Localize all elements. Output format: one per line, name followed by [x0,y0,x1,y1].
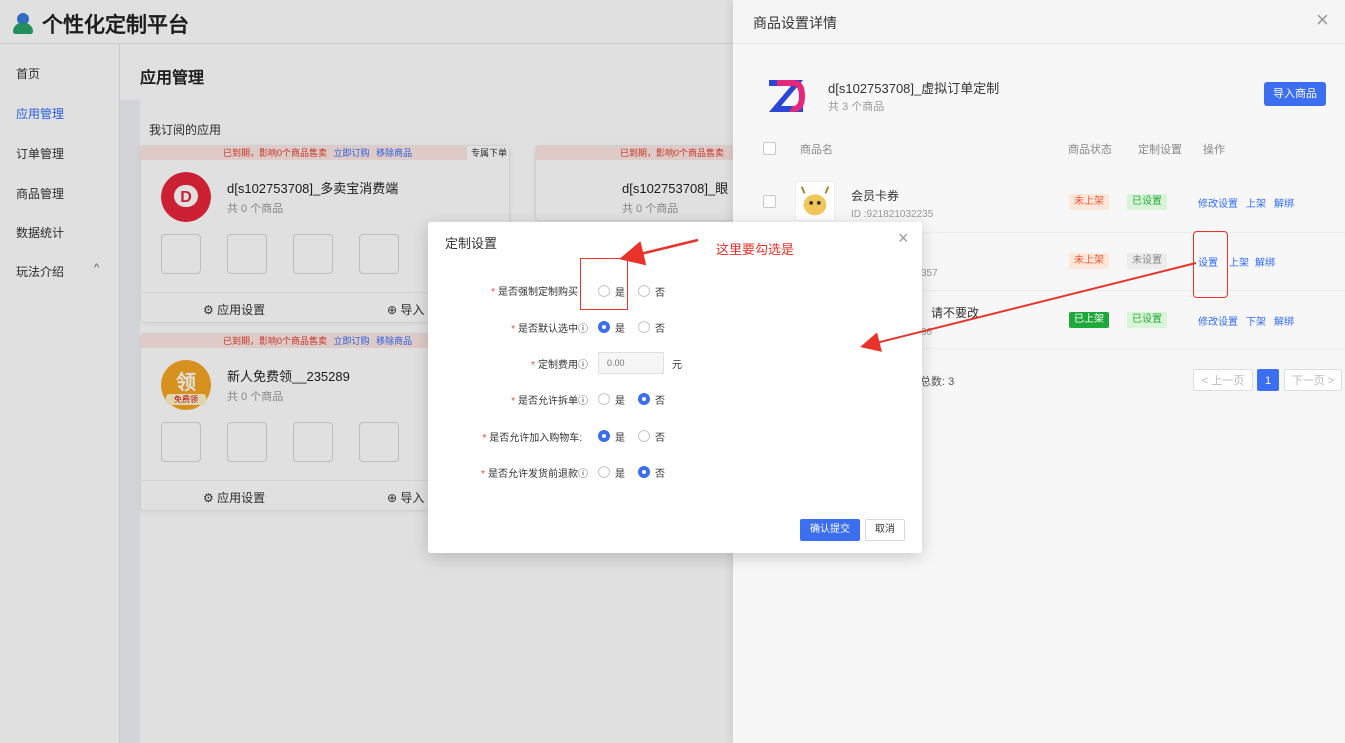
radio-label: 否 [655,469,665,480]
close-icon[interactable]: × [898,228,909,249]
prev-page-button[interactable]: < 上一页 [1193,369,1253,391]
default-selected-label: * 是否默认选中ⓘ [511,324,588,335]
status-badge: 已上架 [1069,312,1109,328]
product-name: 会员卡券 [851,189,900,203]
shop-product-count: 共 3 个商品 [828,101,885,113]
column-header: 操作 [1203,144,1225,156]
custom-status-badge: 已设置 [1127,312,1167,328]
product-name: 请不要改 [931,306,980,320]
custom-status-badge: 已设置 [1127,194,1167,210]
allow-cart-yes-radio[interactable] [598,430,610,442]
custom-settings-dialog: 定制设置 × * 是否强制定制购买 是 否 * 是否默认选中ⓘ 是 否 * 定制费用ⓘ… [428,222,922,553]
cancel-button[interactable]: 取消 [865,519,905,541]
fee-unit: 元 [672,360,682,371]
modify-settings-link[interactable]: 修改设置 [1198,195,1238,210]
dialog-title: 定制设置 [445,236,498,251]
radio-label: 否 [655,288,665,299]
delist-link[interactable]: 下架 [1246,313,1266,328]
radio-label: 否 [655,433,665,444]
custom-status-badge: 未设置 [1127,253,1167,269]
unbind-link[interactable]: 解绑 [1274,313,1294,328]
radio-label: 否 [655,324,665,335]
list-link[interactable]: 上架 [1246,195,1266,210]
radio-label: 是 [615,396,625,407]
radio-label: 是 [615,469,625,480]
annotation-note: 这里要勾选是 [716,242,795,257]
product-id: 96 [921,327,933,338]
status-badge: 未上架 [1069,194,1109,210]
total-count: 总数: 3 [920,376,955,388]
next-page-button[interactable]: 下一页 > [1284,369,1342,391]
close-icon[interactable]: × [1316,7,1329,33]
allow-split-yes-radio[interactable] [598,393,610,405]
drawer-header: 商品设置详情 × [733,0,1345,44]
radio-label: 是 [615,324,625,335]
row-checkbox[interactable] [763,195,776,208]
allow-cart-no-radio[interactable] [638,430,650,442]
allow-refund-no-radio[interactable] [638,466,650,478]
shop-logo-icon [769,80,805,112]
allow-split-label: * 是否允许拆单ⓘ [511,396,588,407]
unbind-link[interactable]: 解绑 [1255,254,1275,269]
submit-button[interactable]: 确认提交 [800,519,860,541]
column-header: 商品状态 [1068,144,1112,156]
select-all-checkbox[interactable] [763,142,776,155]
unbind-link[interactable]: 解绑 [1274,195,1294,210]
force-custom-no-radio[interactable] [638,285,650,297]
status-badge: 未上架 [1069,253,1109,269]
default-selected-no-radio[interactable] [638,321,650,333]
product-id: 357 [921,268,938,279]
allow-refund-yes-radio[interactable] [598,466,610,478]
column-header: 定制设置 [1138,144,1182,156]
allow-cart-label: * 是否允许加入购物车: [482,433,582,444]
radio-label: 是 [615,433,625,444]
product-thumbnail [795,181,835,221]
page-1-button[interactable]: 1 [1257,369,1279,391]
list-link[interactable]: 上架 [1229,254,1249,269]
radio-label: 否 [655,396,665,407]
force-custom-label: * 是否强制定制购买 [491,287,578,298]
modify-settings-link[interactable]: 修改设置 [1198,313,1238,328]
allow-refund-label: * 是否允许发货前退款ⓘ [481,469,588,480]
allow-split-no-radio[interactable] [638,393,650,405]
drawer-title: 商品设置详情 [753,15,837,31]
custom-fee-input[interactable] [598,352,664,374]
custom-fee-label: * 定制费用ⓘ [531,360,588,371]
default-selected-yes-radio[interactable] [598,321,610,333]
column-header: 商品名 [800,144,833,156]
product-id: ID :921821032235 [851,209,934,220]
highlight-box-force-custom [580,258,628,310]
shop-name: d[s102753708]_虚拟订单定制 [828,81,1000,96]
highlight-box-settings-link [1193,231,1228,298]
import-products-button[interactable]: 导入商品 [1264,82,1326,106]
